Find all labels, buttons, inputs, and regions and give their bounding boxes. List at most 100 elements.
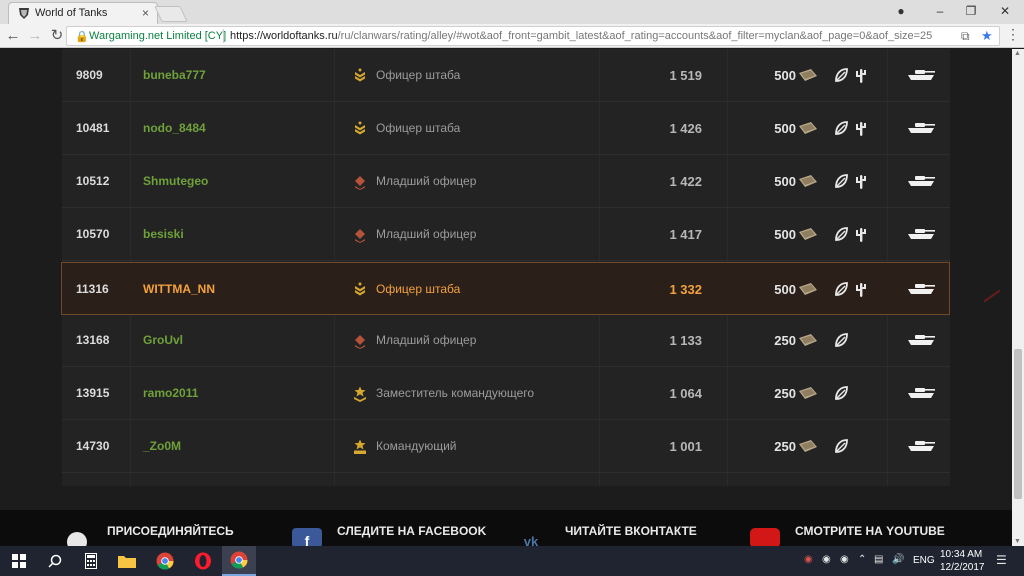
omnibox[interactable]: 🔒 Wargaming.net Limited [CY] https://wor… bbox=[66, 26, 1000, 46]
youtube-icon[interactable] bbox=[750, 528, 780, 546]
clan-role: Командующий bbox=[376, 439, 457, 453]
minimize-icon[interactable]: – bbox=[925, 2, 955, 20]
bonds-icon bbox=[799, 440, 817, 452]
bonds-icon bbox=[799, 334, 817, 346]
tank-icon bbox=[908, 123, 935, 133]
player-name-link[interactable]: WITTMA_NN bbox=[143, 263, 215, 316]
player-name-link[interactable]: buneba777 bbox=[143, 49, 206, 102]
vk-icon[interactable]: vk bbox=[516, 528, 546, 546]
bonds-icon bbox=[799, 387, 817, 399]
leaf-medal-icon bbox=[835, 333, 848, 347]
clock-date[interactable]: 12/2/2017 bbox=[940, 562, 985, 573]
svg-text:f: f bbox=[305, 533, 310, 546]
staff-officer-icon bbox=[355, 68, 365, 82]
windows-taskbar: ◉ ◉ ◉ ⌃ ▤ 🔊 ENG 10:34 AM 12/2/2017 ☰ bbox=[0, 546, 1024, 576]
bonds-icon bbox=[799, 283, 817, 295]
player-rating: 1 133 bbox=[669, 333, 702, 348]
wot-logo-icon bbox=[19, 8, 29, 19]
facebook-icon[interactable]: f bbox=[292, 528, 322, 546]
footer-youtube-link[interactable]: СМОТРИТЕ НА YOUTUBE bbox=[795, 524, 945, 538]
table-row: 10481 nodo_8484 Офицер штаба 1 426 500 bbox=[62, 102, 950, 155]
forward-arrow-icon[interactable]: → bbox=[26, 27, 44, 45]
tab-close-icon[interactable]: × bbox=[142, 6, 149, 20]
player-name-link[interactable]: GroUvl bbox=[143, 314, 183, 367]
footer-vk-link[interactable]: ЧИТАЙТЕ ВКОНТАКТЕ bbox=[565, 524, 697, 538]
clan-role: Младший офицер bbox=[376, 227, 477, 241]
player-position: 13915 bbox=[76, 386, 110, 400]
scrollbar-thumb[interactable] bbox=[1014, 349, 1022, 499]
decor-scratch bbox=[983, 289, 1001, 303]
clan-role: Заместитель командующего bbox=[376, 386, 535, 400]
clan-role: Офицер штаба bbox=[376, 121, 461, 135]
svg-text:vk: vk bbox=[524, 534, 539, 546]
file-explorer-icon[interactable] bbox=[110, 546, 144, 576]
chrome-menu-icon[interactable]: ⋮ bbox=[1006, 26, 1020, 43]
player-name-link[interactable]: Shmutegeo bbox=[143, 155, 208, 208]
footer-join-link[interactable]: ПРИСОЕДИНЯЙТЕСЬ bbox=[107, 524, 234, 538]
deputy-commander-icon bbox=[354, 386, 366, 402]
player-name-link[interactable]: besiski bbox=[143, 208, 184, 261]
junior-officer-icon bbox=[355, 176, 365, 190]
page-scrollbar[interactable]: ▲ ▼ bbox=[1012, 49, 1024, 546]
profile-icon[interactable]: ● bbox=[886, 2, 916, 20]
window-close-icon[interactable]: ✕ bbox=[990, 2, 1020, 20]
maximize-icon[interactable]: ❐ bbox=[956, 2, 986, 20]
player-rating: 1 426 bbox=[669, 121, 702, 136]
scroll-up-icon[interactable]: ▲ bbox=[1014, 50, 1021, 57]
volume-icon[interactable]: 🔊 bbox=[892, 554, 904, 565]
player-name-link[interactable]: nodo_8484 bbox=[143, 102, 206, 155]
page-action-icon[interactable]: ⧉ bbox=[961, 29, 970, 44]
url-separator bbox=[223, 29, 224, 43]
leaf-medal-icon bbox=[835, 227, 848, 241]
table-row-current-player: 11316 WITTMA_NN Офицер штаба 1 332 500 bbox=[61, 262, 950, 315]
leaf-medal-icon bbox=[835, 282, 848, 296]
calculator-icon[interactable] bbox=[74, 546, 108, 576]
chrome-active-taskbar-icon[interactable] bbox=[222, 546, 256, 576]
clan-role: Офицер штаба bbox=[376, 68, 461, 82]
tray-app-icon[interactable]: ◉ bbox=[804, 554, 813, 565]
tray-chevron-icon[interactable]: ⌃ bbox=[858, 554, 866, 565]
scroll-down-icon[interactable]: ▼ bbox=[1014, 538, 1021, 545]
opera-icon[interactable] bbox=[186, 546, 220, 576]
url-text[interactable]: https://worldoftanks.ru/ru/clanwars/rati… bbox=[230, 30, 932, 42]
clock-time[interactable]: 10:34 AM bbox=[940, 549, 982, 560]
bookmark-star-icon[interactable]: ★ bbox=[981, 28, 993, 44]
bond-reward: 250 bbox=[774, 386, 796, 401]
footer-facebook-link[interactable]: СЛЕДИТЕ НА FACEBOOK bbox=[337, 524, 486, 538]
player-name-link[interactable]: _Zo0M bbox=[143, 420, 181, 473]
clan-rating-table: 9809 buneba777 Офицер штаба 1 519 500 10481 no… bbox=[61, 49, 950, 486]
player-position: 14730 bbox=[76, 439, 110, 453]
tank-icon bbox=[908, 388, 935, 398]
tray-app-icon[interactable]: ◉ bbox=[822, 554, 831, 565]
junior-officer-icon bbox=[355, 335, 365, 349]
player-name-link[interactable]: ramo2011 bbox=[143, 367, 198, 420]
notifications-icon[interactable]: ☰ bbox=[996, 553, 1007, 567]
bond-reward: 500 bbox=[774, 68, 796, 83]
clan-role: Офицер штаба bbox=[376, 282, 461, 296]
bonds-icon bbox=[799, 228, 817, 240]
tank-icon bbox=[908, 441, 935, 451]
browser-tab[interactable]: World of Tanks × bbox=[8, 2, 158, 24]
bond-reward: 500 bbox=[774, 227, 796, 242]
tray-app-icon[interactable]: ◉ bbox=[840, 554, 849, 565]
staff-officer-icon bbox=[355, 282, 365, 296]
staff-officer-icon bbox=[355, 121, 365, 135]
network-icon[interactable]: ▤ bbox=[874, 554, 883, 565]
url-host: https://worldoftanks.ru bbox=[230, 30, 338, 42]
cactus-medal-icon bbox=[856, 122, 866, 136]
table-row: 10512 Shmutegeo Младший офицер 1 422 500 bbox=[62, 155, 950, 208]
bond-reward: 500 bbox=[774, 174, 796, 189]
chrome-taskbar-icon[interactable] bbox=[148, 546, 182, 576]
back-arrow-icon[interactable]: ← bbox=[4, 27, 22, 45]
commander-icon bbox=[354, 439, 366, 454]
table-row: 10570 besiski Младший офицер 1 417 500 bbox=[62, 208, 950, 261]
reload-icon[interactable]: ↻ bbox=[48, 27, 66, 45]
leaf-medal-icon bbox=[835, 386, 848, 400]
input-language[interactable]: ENG bbox=[913, 555, 935, 566]
windows-start-icon[interactable] bbox=[2, 546, 36, 576]
search-icon[interactable] bbox=[38, 546, 72, 576]
new-tab-button[interactable] bbox=[154, 6, 188, 22]
player-rating: 1 064 bbox=[669, 386, 702, 401]
tank-icon bbox=[908, 176, 935, 186]
tank-icon bbox=[908, 335, 935, 345]
